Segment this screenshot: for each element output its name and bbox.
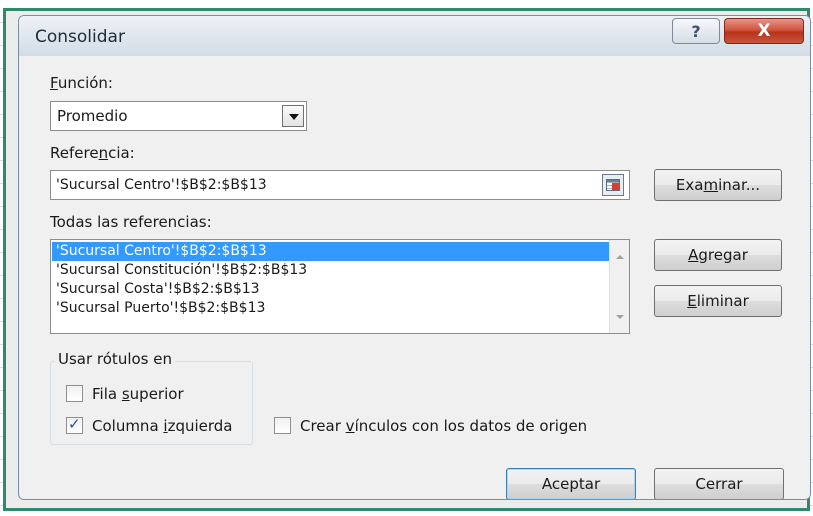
scroll-down-icon[interactable]	[616, 315, 624, 319]
list-scrollbar[interactable]	[609, 240, 629, 333]
funcion-select-value: Promedio	[57, 107, 128, 125]
referencia-label: Referencia:	[50, 144, 135, 162]
dialog-title: Consolidar	[35, 27, 125, 47]
list-item[interactable]: 'Sucursal Constitución'!$B$2:$B$13	[52, 261, 610, 280]
chevron-down-icon[interactable]	[282, 105, 304, 127]
funcion-label: Función:	[50, 74, 113, 92]
list-item[interactable]: 'Sucursal Centro'!$B$2:$B$13	[52, 242, 610, 261]
aceptar-button[interactable]: Aceptar	[506, 468, 636, 499]
close-icon: X	[757, 21, 771, 41]
dialog-body: Función: Promedio Referencia: 'Sucursal …	[20, 56, 810, 499]
help-button[interactable]: ?	[672, 18, 720, 44]
fila-superior-checkbox[interactable]	[66, 385, 83, 402]
list-item[interactable]: 'Sucursal Costa'!$B$2:$B$13	[52, 280, 610, 299]
crear-vinculos-checkbox[interactable]	[274, 417, 291, 434]
funcion-select[interactable]: Promedio	[50, 101, 307, 131]
usar-rotulos-title: Usar rótulos en	[55, 350, 175, 368]
help-icon: ?	[691, 21, 701, 41]
fila-superior-label[interactable]: Fila superior	[92, 385, 184, 403]
cerrar-button[interactable]: Cerrar	[654, 468, 784, 499]
consolidar-dialog: Consolidar ? X Función: Promedio Referen…	[18, 15, 811, 500]
crear-vinculos-label[interactable]: Crear vínculos con los datos de origen	[300, 417, 587, 435]
eliminar-button[interactable]: Eliminar	[654, 285, 782, 317]
columna-izquierda-label[interactable]: Columna izquierda	[92, 417, 233, 435]
references-list[interactable]: 'Sucursal Centro'!$B$2:$B$13 'Sucursal C…	[50, 239, 630, 334]
range-selector-icon[interactable]	[602, 174, 624, 196]
referencia-input-value: 'Sucursal Centro'!$B$2:$B$13	[56, 177, 267, 193]
scroll-up-icon[interactable]	[616, 255, 624, 259]
examinar-button[interactable]: Exa m inar...	[654, 169, 782, 201]
columna-izquierda-checkbox[interactable]	[66, 415, 83, 434]
close-button[interactable]: X	[724, 18, 804, 44]
title-bar[interactable]: Consolidar ? X	[19, 16, 810, 56]
todas-label: Todas las referencias:	[50, 213, 212, 231]
referencia-input[interactable]: 'Sucursal Centro'!$B$2:$B$13	[50, 170, 630, 200]
list-item[interactable]: 'Sucursal Puerto'!$B$2:$B$13	[52, 299, 610, 318]
agregar-button[interactable]: Agregar	[654, 239, 782, 271]
